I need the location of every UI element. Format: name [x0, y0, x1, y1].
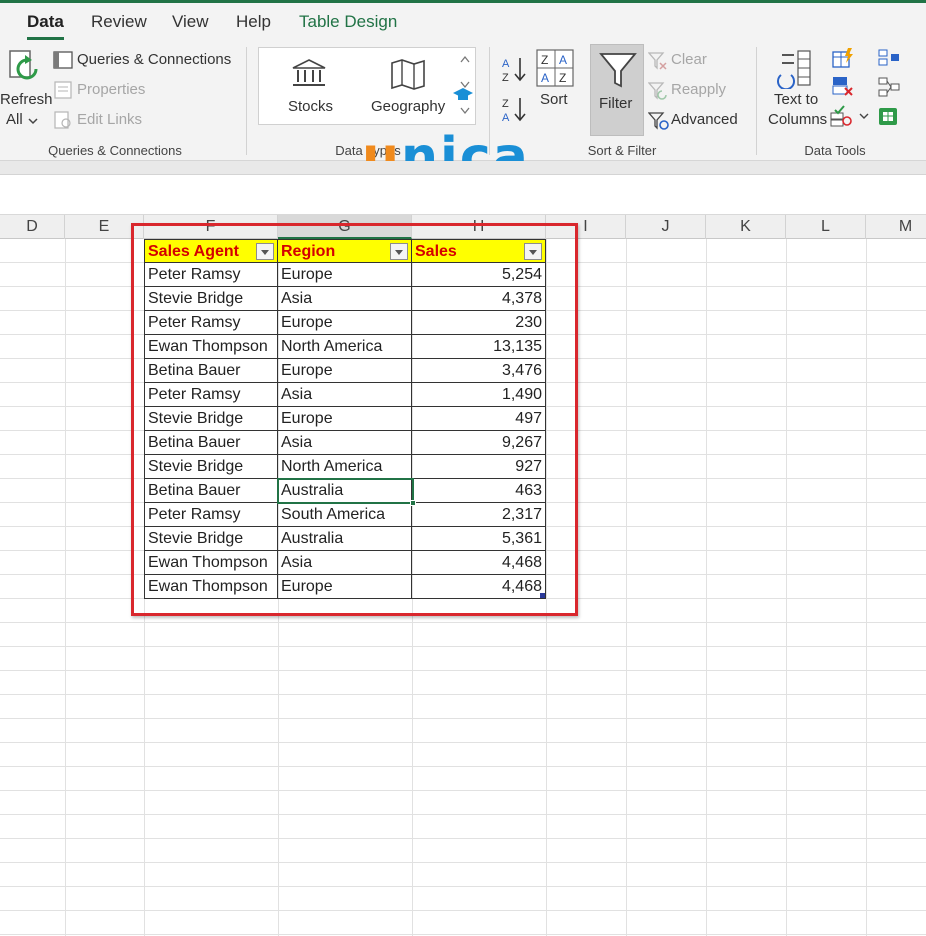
edit-links-icon [54, 111, 71, 129]
advanced-button[interactable]: Advanced [671, 111, 738, 128]
flash-fill-icon[interactable] [832, 47, 854, 69]
tab-view[interactable]: View [172, 12, 209, 32]
tab-help[interactable]: Help [236, 12, 271, 32]
text-to-columns-label[interactable]: Text to [774, 91, 818, 108]
ribbon: Refresh All Queries & Connections Proper… [0, 41, 926, 183]
grid-row-line [0, 718, 926, 719]
column-header-d[interactable]: D [0, 215, 65, 239]
grid-column-line [706, 239, 707, 936]
text-to-columns-icon[interactable] [776, 49, 816, 89]
refresh-all-icon[interactable] [8, 49, 44, 93]
data-types-gallery[interactable]: Stocks Geography [258, 47, 476, 125]
properties-icon [54, 81, 72, 99]
chevron-down-icon[interactable] [28, 117, 38, 125]
data-validation-icon[interactable] [830, 105, 870, 127]
svg-text:A: A [502, 58, 510, 70]
group-separator [246, 47, 247, 155]
group-label-sort-filter: Sort & Filter [587, 143, 657, 158]
tab-table-design[interactable]: Table Design [299, 12, 397, 32]
tab-data[interactable]: Data [27, 12, 64, 40]
active-cell-selection[interactable] [277, 478, 414, 504]
grid-row-line [0, 814, 926, 815]
highlight-box [131, 223, 578, 616]
svg-text:Z: Z [502, 72, 509, 84]
ribbon-bottom-band [0, 161, 926, 175]
sort-z-to-a-icon[interactable]: Z A [500, 95, 528, 125]
group-separator [756, 47, 757, 155]
refresh-all-label-2[interactable]: All [6, 111, 23, 128]
svg-text:A: A [559, 53, 567, 67]
column-header-k[interactable]: K [706, 215, 786, 239]
grid-row-line [0, 622, 926, 623]
properties-button[interactable]: Properties [77, 81, 145, 98]
svg-text:A: A [541, 71, 549, 85]
svg-text:Z: Z [559, 71, 566, 85]
grid-column-line [65, 239, 66, 936]
grid-row-line [0, 766, 926, 767]
sort-a-to-z-icon[interactable]: A Z [500, 55, 528, 85]
grid-column-line [626, 239, 627, 936]
grid-row-line [0, 910, 926, 911]
consolidate-icon[interactable] [878, 49, 900, 67]
grid-row-line [0, 862, 926, 863]
graduation-cap-icon [453, 88, 473, 100]
grid-row-line [0, 646, 926, 647]
refresh-all-label[interactable]: Refresh [0, 91, 53, 108]
group-label-data-tools: Data Tools [804, 143, 866, 158]
grid-row-line [0, 838, 926, 839]
formula-bar-area[interactable] [0, 175, 926, 215]
text-to-columns-label-2[interactable]: Columns [768, 111, 827, 128]
fill-handle[interactable] [410, 500, 416, 506]
geography-icon [391, 59, 425, 90]
grid-row-line [0, 694, 926, 695]
grid-row-line [0, 934, 926, 935]
column-header-j[interactable]: J [626, 215, 706, 239]
grid-row-line [0, 790, 926, 791]
group-label-queries: Queries & Connections [48, 143, 182, 158]
column-header-l[interactable]: L [786, 215, 866, 239]
sort-button[interactable]: Sort [540, 91, 568, 108]
tab-review[interactable]: Review [91, 12, 147, 32]
reapply-button[interactable]: Reapply [671, 81, 726, 98]
queries-connections-icon[interactable] [53, 51, 73, 69]
svg-text:Z: Z [541, 53, 548, 67]
grid-row-line [0, 742, 926, 743]
manage-data-model-icon[interactable] [878, 105, 900, 127]
geography-button[interactable]: Geography [371, 98, 445, 115]
svg-text:Z: Z [502, 98, 509, 110]
stocks-icon [292, 59, 326, 86]
reapply-icon [648, 82, 667, 100]
clear-button[interactable]: Clear [671, 51, 707, 68]
grid-row-line [0, 670, 926, 671]
svg-text:A: A [502, 112, 510, 124]
table-resize-handle[interactable] [540, 593, 545, 598]
sort-dialog-icon[interactable]: Z A A Z [536, 49, 574, 87]
filter-label: Filter [599, 95, 633, 112]
grid-column-line [786, 239, 787, 936]
queries-connections-button[interactable]: Queries & Connections [77, 51, 231, 68]
relationships-icon[interactable] [878, 77, 900, 97]
advanced-filter-icon [648, 112, 669, 130]
edit-links-button[interactable]: Edit Links [77, 111, 142, 128]
ribbon-tabs: Data Review View Help Table Design [0, 3, 926, 41]
grid-row-line [0, 886, 926, 887]
grid-column-line [866, 239, 867, 936]
filter-button[interactable]: Filter [590, 44, 644, 136]
gallery-scroll-icon[interactable] [457, 50, 473, 122]
filter-icon [599, 53, 637, 88]
remove-duplicates-icon[interactable] [832, 75, 854, 97]
clear-filter-icon [648, 52, 667, 70]
column-header-m[interactable]: M [866, 215, 926, 239]
stocks-button[interactable]: Stocks [288, 98, 333, 115]
